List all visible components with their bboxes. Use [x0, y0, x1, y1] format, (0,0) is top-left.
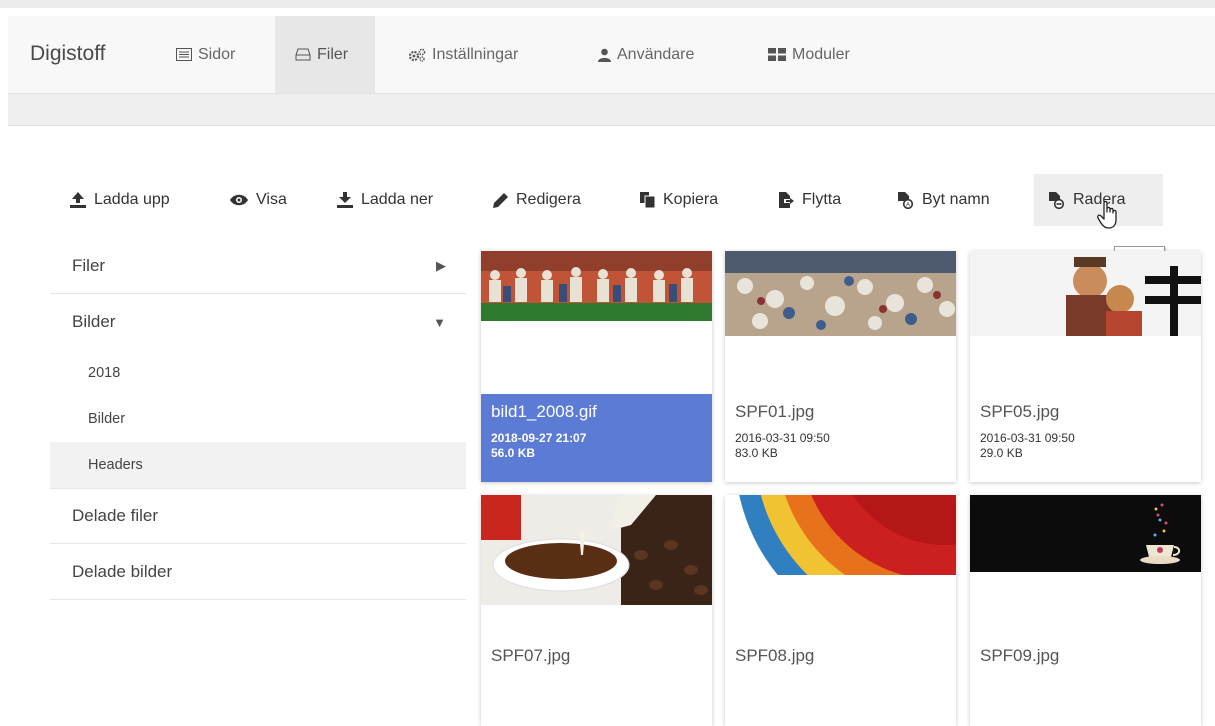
- sidebar-item-label: Delade bilder: [72, 561, 173, 581]
- download-icon: [337, 192, 353, 208]
- user-icon: [598, 48, 611, 62]
- file-card[interactable]: SPF07.jpg: [481, 495, 712, 726]
- file-card[interactable]: SPF01.jpg 2016-03-31 09:50 83.0 KB: [725, 251, 956, 482]
- view-button[interactable]: Visa: [220, 174, 297, 226]
- rename-icon: A: [897, 191, 914, 209]
- file-meta: bild1_2008.gif 2018-09-27 21:07 56.0 KB: [481, 394, 712, 482]
- file-thumbnail: [970, 495, 1201, 572]
- sidebar-item-label: Filer: [72, 255, 106, 275]
- copy-icon: [640, 192, 655, 208]
- file-thumbnail: [725, 251, 956, 336]
- list-icon: [176, 48, 192, 61]
- file-name: SPF09.jpg: [980, 646, 1060, 665]
- svg-text:A: A: [906, 202, 910, 208]
- upload-icon: [70, 192, 86, 208]
- sidebar-item-delade-bilder[interactable]: Delade bilder: [50, 544, 466, 600]
- top-navbar: Digistoff Sidor Filer Inställningar Anvä…: [8, 16, 1215, 94]
- pencil-icon: [493, 192, 508, 208]
- drive-icon: [295, 48, 311, 61]
- nav-tab-installningar[interactable]: Inställningar: [388, 16, 538, 93]
- download-label: Ladda ner: [361, 191, 434, 208]
- file-meta: SPF01.jpg 2016-03-31 09:50 83.0 KB: [725, 394, 956, 482]
- file-date: 2018-09-27 21:07: [491, 431, 587, 445]
- file-date: 2016-03-31 09:50: [735, 431, 830, 445]
- nav-tab-filer[interactable]: Filer: [275, 16, 375, 93]
- eye-icon: [230, 194, 248, 206]
- sub-header-bar: [8, 94, 1215, 126]
- file-size: 56.0 KB: [491, 446, 536, 460]
- file-meta: SPF09.jpg: [970, 638, 1201, 726]
- file-name: SPF07.jpg: [491, 646, 571, 665]
- folder-sidebar: Filer ▶ Bilder ▼ 2018 Bilder Headers Del…: [50, 238, 466, 600]
- file-name: bild1_2008.gif: [491, 402, 597, 421]
- cogs-icon: [408, 48, 426, 62]
- move-button[interactable]: Flytta: [768, 174, 851, 226]
- file-thumbnail: [481, 495, 712, 605]
- upload-label: Ladda upp: [94, 191, 170, 208]
- grid-icon: [768, 48, 786, 61]
- hand-cursor-icon: [1097, 200, 1121, 235]
- upload-button[interactable]: Ladda upp: [60, 174, 180, 226]
- move-icon: [778, 192, 794, 208]
- sidebar-item-label: Delade filer: [72, 506, 158, 525]
- rename-label: Byt namn: [922, 191, 990, 208]
- file-size: 83.0 KB: [735, 446, 778, 460]
- move-label: Flytta: [802, 191, 842, 208]
- copy-label: Kopiera: [663, 191, 719, 208]
- file-card[interactable]: SPF05.jpg 2016-03-31 09:50 29.0 KB: [970, 251, 1201, 482]
- sidebar-item-delade-filer[interactable]: Delade filer: [50, 488, 466, 544]
- file-meta: SPF07.jpg: [481, 638, 712, 726]
- file-name: SPF01.jpg: [735, 402, 815, 421]
- file-thumbnail: [970, 251, 1201, 336]
- nav-tab-anvandare[interactable]: Användare: [578, 16, 714, 93]
- file-name: SPF05.jpg: [980, 402, 1060, 421]
- sidebar-item-bilder[interactable]: Bilder ▼: [50, 294, 466, 350]
- file-thumbnail: [725, 495, 956, 575]
- copy-button[interactable]: Kopiera: [630, 174, 728, 226]
- view-label: Visa: [256, 191, 287, 208]
- file-date: 2016-03-31 09:50: [980, 431, 1075, 445]
- edit-button[interactable]: Redigera: [483, 174, 591, 226]
- sidebar-item-label: Bilder: [72, 312, 116, 331]
- brand-logo[interactable]: Digistoff: [30, 42, 105, 66]
- sidebar-subitem-bilder[interactable]: Bilder: [50, 396, 466, 442]
- file-card[interactable]: SPF08.jpg: [725, 495, 956, 726]
- rename-button[interactable]: A Byt namn: [887, 174, 1000, 226]
- file-name: SPF08.jpg: [735, 646, 815, 665]
- file-size: 29.0 KB: [980, 446, 1023, 460]
- nav-tab-label: Filer: [317, 45, 349, 63]
- sidebar-subitem-label: Headers: [88, 457, 143, 473]
- file-meta: SPF05.jpg 2016-03-31 09:50 29.0 KB: [970, 394, 1201, 482]
- nav-tab-label: Inställningar: [432, 45, 519, 63]
- caret-down-icon: ▼: [433, 314, 446, 330]
- nav-tab-label: Moduler: [792, 45, 850, 63]
- file-thumbnail: [481, 251, 712, 336]
- caret-right-icon: ▶: [436, 257, 446, 273]
- delete-icon: [1048, 191, 1065, 209]
- sidebar-subitem-headers[interactable]: Headers: [50, 442, 466, 488]
- nav-tab-moduler[interactable]: Moduler: [748, 16, 870, 93]
- file-card[interactable]: SPF09.jpg: [970, 495, 1201, 726]
- file-card[interactable]: bild1_2008.gif 2018-09-27 21:07 56.0 KB: [481, 251, 712, 482]
- download-button[interactable]: Ladda ner: [327, 174, 443, 226]
- file-meta: SPF08.jpg: [725, 638, 956, 726]
- sidebar-subitem-label: Bilder: [88, 411, 126, 427]
- edit-label: Redigera: [516, 191, 581, 208]
- nav-tab-label: Sidor: [198, 45, 236, 63]
- sidebar-item-filer[interactable]: Filer ▶: [50, 238, 466, 294]
- nav-tab-label: Användare: [617, 45, 695, 63]
- nav-tab-sidor[interactable]: Sidor: [156, 16, 255, 93]
- sidebar-subitem-2018[interactable]: 2018: [50, 350, 466, 396]
- sidebar-subitem-label: 2018: [88, 365, 121, 381]
- window-top-strip: [0, 0, 1215, 8]
